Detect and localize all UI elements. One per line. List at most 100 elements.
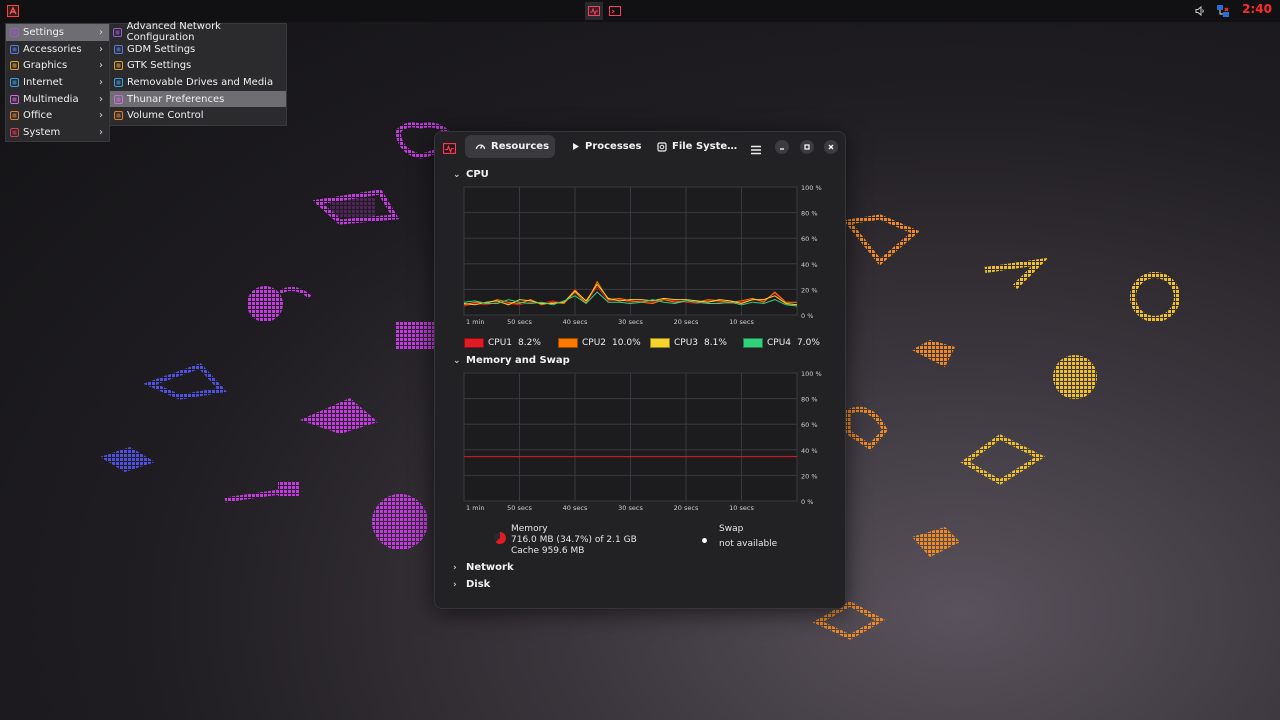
applications-menu: Settings › Accessories › Graphics › Internet › M… [5, 23, 110, 142]
pixel-key-icon [224, 482, 300, 503]
legend-swatch[interactable] [743, 338, 763, 348]
system-icon [9, 127, 19, 137]
pixel-bomb-icon [247, 286, 312, 322]
settings-icon [9, 27, 19, 37]
legend-swatch[interactable] [650, 338, 670, 348]
titlebar[interactable]: Resources Processes File Syste… [435, 132, 845, 162]
system-monitor-taskbar-icon[interactable] [585, 2, 603, 20]
top-panel: 2:40 [0, 0, 1280, 22]
pixel-face-icon [395, 322, 435, 350]
menu-item-label: Graphics [23, 60, 68, 72]
gauge-icon [475, 141, 486, 152]
menu-settings[interactable]: Settings › [6, 24, 109, 41]
cpu-x-tick-label: 50 secs [507, 318, 532, 326]
memory-graph: 100 % 80 % 60 % 40 % 20 % 0 % 1 min 50 secs 40 s… [463, 370, 822, 512]
cpu-y-tick-label: 60 % [801, 235, 818, 243]
terminal-taskbar-icon[interactable] [607, 3, 623, 19]
legend-cpu4: CPU4 7.0% [743, 338, 820, 348]
disk-section-title: Disk [466, 579, 491, 590]
cpu-graph: 100 % 80 % 60 % 40 % 20 % 0 % 1 min 50 secs 40 s… [463, 184, 822, 326]
pixel-mask-icon [300, 398, 378, 434]
cpu-y-tick-label: 40 % [801, 261, 818, 269]
memory-usage: 716.0 MB (34.7%) of 2.1 GB [511, 535, 637, 545]
cpu-section-title: CPU [466, 169, 489, 180]
pixel-heart-icon [845, 406, 889, 451]
memory-section-header[interactable]: ⌄ Memory and Swap [453, 355, 570, 366]
legend-swatch[interactable] [558, 338, 578, 348]
pixel-ring-icon [1130, 272, 1180, 322]
tab-processes[interactable]: Processes [561, 135, 651, 158]
memory-y-tick-label: 60 % [801, 421, 818, 429]
menu-item-label: Settings [23, 26, 65, 38]
menu-item-label: Internet [23, 76, 63, 88]
network-section-header[interactable]: › Network [453, 562, 514, 573]
chevron-right-icon: › [453, 562, 457, 573]
submenu-thunar-preferences[interactable]: Thunar Preferences [110, 90, 286, 108]
network-config-icon [113, 27, 123, 37]
memory-x-tick-label: 50 secs [507, 504, 532, 512]
menu-graphics[interactable]: Graphics › [6, 57, 109, 74]
network-icon[interactable] [1215, 3, 1231, 19]
volume-icon[interactable] [1192, 3, 1208, 19]
cpu-x-tick-label: 40 secs [563, 318, 588, 326]
chevron-down-icon: ⌄ [453, 355, 461, 366]
tab-processes-label: Processes [585, 141, 642, 152]
legend-series-value: 10.0% [612, 338, 641, 348]
cpu-y-tick-label: 80 % [801, 210, 818, 218]
menu-accessories[interactable]: Accessories › [6, 41, 109, 58]
legend-series-value: 8.1% [704, 338, 727, 348]
submenu-gtk-settings[interactable]: GTK Settings [110, 57, 286, 74]
legend-series-name: CPU1 [488, 338, 513, 348]
swap-value: not available [719, 539, 778, 549]
memory-x-tick-label: 30 secs [618, 504, 643, 512]
memory-x-tick-label: 20 secs [674, 504, 699, 512]
submenu-gdm-settings[interactable]: GDM Settings [110, 41, 286, 58]
hamburger-menu-icon[interactable] [750, 141, 762, 160]
legend-swatch[interactable] [464, 338, 484, 348]
menu-office[interactable]: Office › [6, 107, 109, 124]
tab-file-systems[interactable]: File Syste… [647, 135, 747, 158]
settings-submenu: Advanced Network Configuration GDM Settin… [109, 21, 287, 126]
menu-internet[interactable]: Internet › [6, 74, 109, 91]
legend-series-value: 7.0% [797, 338, 820, 348]
maximize-icon [804, 144, 810, 150]
cpu-y-tick-label: 20 % [801, 286, 818, 294]
submenu-advanced-network-configuration[interactable]: Advanced Network Configuration [110, 21, 286, 43]
submenu-item-label: GTK Settings [127, 60, 192, 72]
legend-cpu2: CPU2 10.0% [558, 338, 641, 348]
tab-file-systems-label: File Syste… [672, 141, 738, 152]
chevron-down-icon: ⌄ [453, 169, 461, 180]
submenu-removable-drives-and-media[interactable]: Removable Drives and Media [110, 74, 286, 91]
multimedia-icon [9, 94, 19, 104]
app-menu-icon[interactable] [5, 3, 21, 19]
cpu-y-tick-label: 0 % [801, 312, 813, 320]
network-section-title: Network [466, 562, 514, 573]
legend-cpu3: CPU3 8.1% [650, 338, 727, 348]
minimize-icon [780, 148, 784, 150]
close-button[interactable] [824, 140, 838, 154]
volume-icon [113, 111, 123, 121]
chevron-right-icon: › [99, 110, 103, 122]
submenu-volume-control[interactable]: Volume Control [110, 107, 286, 124]
disk-section-header[interactable]: › Disk [453, 579, 490, 590]
pixel-book-icon [843, 214, 920, 266]
swap-indicator [702, 538, 707, 543]
minimize-button[interactable] [775, 140, 789, 154]
memory-section-title: Memory and Swap [466, 355, 570, 366]
memory-x-tick-label: 40 secs [563, 504, 588, 512]
menu-system[interactable]: System › [6, 124, 109, 141]
memory-y-tick-label: 0 % [801, 498, 813, 506]
cpu-section-header[interactable]: ⌄ CPU [453, 169, 489, 180]
memory-x-tick-label: 1 min [466, 504, 484, 512]
menu-item-label: Accessories [23, 43, 82, 55]
memory-y-tick-label: 40 % [801, 447, 818, 455]
maximize-button[interactable] [800, 140, 814, 154]
close-icon [828, 144, 834, 150]
menu-multimedia[interactable]: Multimedia › [6, 91, 109, 108]
pixel-clover-icon [1053, 355, 1097, 399]
clock[interactable]: 2:40 [1242, 2, 1272, 16]
chevron-right-icon: › [99, 93, 103, 105]
submenu-item-label: GDM Settings [127, 43, 196, 55]
accessories-icon [9, 44, 19, 54]
tab-resources[interactable]: Resources [465, 135, 555, 158]
